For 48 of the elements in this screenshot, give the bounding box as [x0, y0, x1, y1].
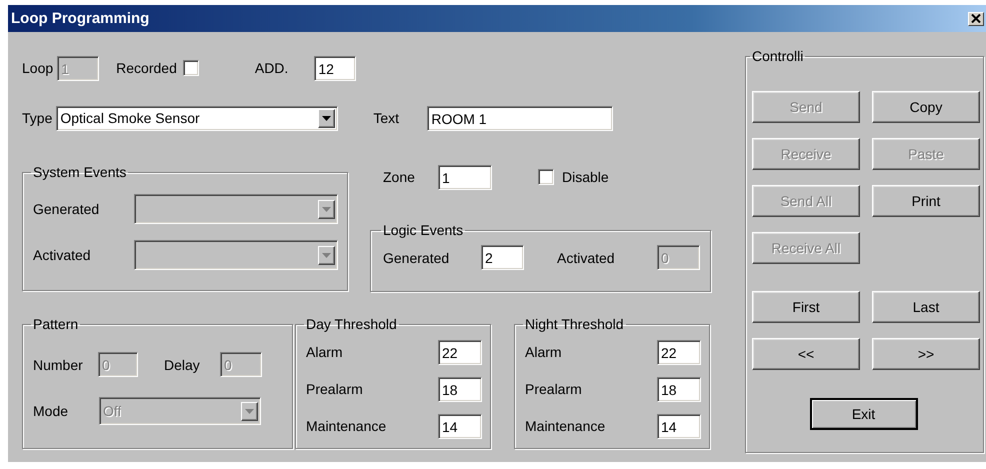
field-label: Type: [22, 110, 52, 126]
input-field[interactable]: 22: [438, 340, 482, 364]
field-label: Maintenance: [306, 418, 388, 434]
input-field[interactable]: 12: [314, 56, 356, 80]
group-title: Logic Events: [382, 222, 464, 238]
button[interactable]: Exit: [810, 398, 918, 430]
input-field[interactable]: 18: [657, 376, 701, 402]
close-button[interactable]: [968, 12, 984, 26]
button[interactable]: First: [752, 291, 860, 323]
group-title: System Events: [32, 164, 128, 180]
field-label: Disable: [562, 169, 609, 185]
input-field[interactable]: 18: [438, 376, 482, 402]
button[interactable]: <<: [752, 338, 860, 370]
button[interactable]: Print: [872, 185, 980, 217]
button[interactable]: Copy: [872, 91, 980, 123]
checkbox[interactable]: [182, 60, 199, 76]
checkbox[interactable]: [538, 169, 554, 185]
group-title: Controlli: [751, 48, 804, 64]
field-label: Zone: [383, 169, 416, 185]
field-label: Alarm: [525, 344, 563, 360]
input-field[interactable]: 14: [657, 414, 701, 438]
field-label: ADD.: [254, 60, 288, 76]
field-label: Loop: [22, 60, 54, 76]
group-title: Night Threshold: [524, 316, 625, 332]
field-label: Recorded: [116, 60, 177, 76]
input-field[interactable]: 2: [481, 245, 524, 270]
button[interactable]: Last: [872, 291, 980, 323]
field-label: Delay: [164, 356, 201, 372]
field-label: Generated: [383, 250, 450, 266]
field-label: Generated: [33, 201, 100, 217]
window-title: Loop Programming: [11, 10, 150, 27]
field-label: Mode: [33, 403, 70, 419]
button[interactable]: >>: [872, 338, 980, 370]
field-label: Activated: [33, 247, 92, 263]
dropdown[interactable]: Optical Smoke Sensor: [56, 106, 338, 130]
field-label: Activated: [557, 250, 616, 266]
field-label: Alarm: [306, 344, 344, 360]
field-label: Text: [373, 110, 400, 126]
group-title: Day Threshold: [305, 316, 398, 332]
input-field[interactable]: 1: [438, 164, 492, 190]
field-label: Prealarm: [525, 381, 583, 397]
input-field[interactable]: 22: [657, 340, 701, 364]
input-field[interactable]: ROOM 1: [427, 106, 614, 130]
field-label: Prealarm: [306, 381, 364, 397]
group-title: Pattern: [32, 316, 80, 332]
field-label: Maintenance: [525, 418, 606, 434]
input-field[interactable]: 14: [438, 414, 482, 438]
field-label: Number: [33, 356, 84, 372]
